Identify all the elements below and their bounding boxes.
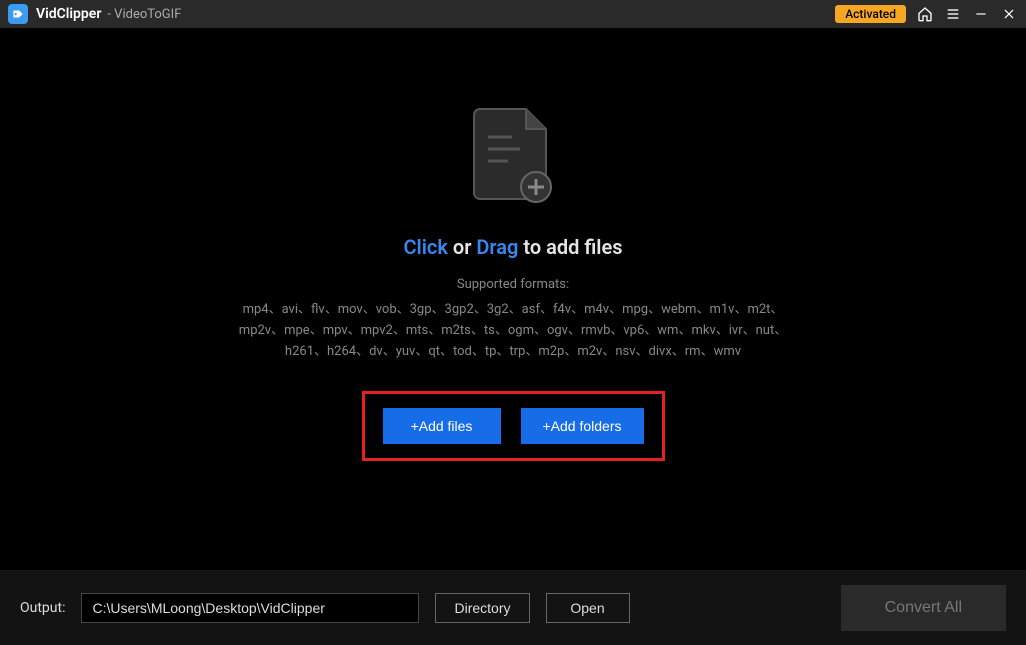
add-folders-button[interactable]: +Add folders <box>521 408 644 444</box>
open-button[interactable]: Open <box>546 593 630 623</box>
add-buttons-highlight: +Add files +Add folders <box>362 391 665 461</box>
prompt-click-text: Click <box>403 235 447 259</box>
prompt-or-text: or <box>448 235 476 259</box>
menu-icon[interactable] <box>944 5 962 23</box>
file-add-icon <box>472 107 554 207</box>
convert-all-button[interactable]: Convert All <box>841 585 1006 631</box>
activated-badge: Activated <box>835 5 906 23</box>
prompt-add-text: to add files <box>518 235 622 259</box>
output-path-input[interactable] <box>81 593 419 623</box>
add-files-button[interactable]: +Add files <box>383 408 501 444</box>
app-subtitle: - VideoToGIF <box>107 7 181 22</box>
prompt-drag-text: Drag <box>476 235 518 259</box>
app-name: VidClipper <box>36 6 101 22</box>
supported-formats-label: Supported formats: <box>457 277 569 292</box>
output-label: Output: <box>20 600 65 616</box>
close-icon[interactable] <box>1000 5 1018 23</box>
app-logo-icon <box>8 4 28 24</box>
directory-button[interactable]: Directory <box>435 593 529 623</box>
drop-prompt: Click or Drag to add files <box>403 235 622 259</box>
supported-formats-list: mp4、avi、flv、mov、vob、3gp、3gp2、3g2、asf、f4v… <box>223 300 803 362</box>
main-drop-area[interactable]: Click or Drag to add files Supported for… <box>0 28 1026 570</box>
footer-bar: Output: Directory Open Convert All <box>0 570 1026 645</box>
home-icon[interactable] <box>916 5 934 23</box>
minimize-icon[interactable] <box>972 5 990 23</box>
titlebar: VidClipper - VideoToGIF Activated <box>0 0 1026 28</box>
